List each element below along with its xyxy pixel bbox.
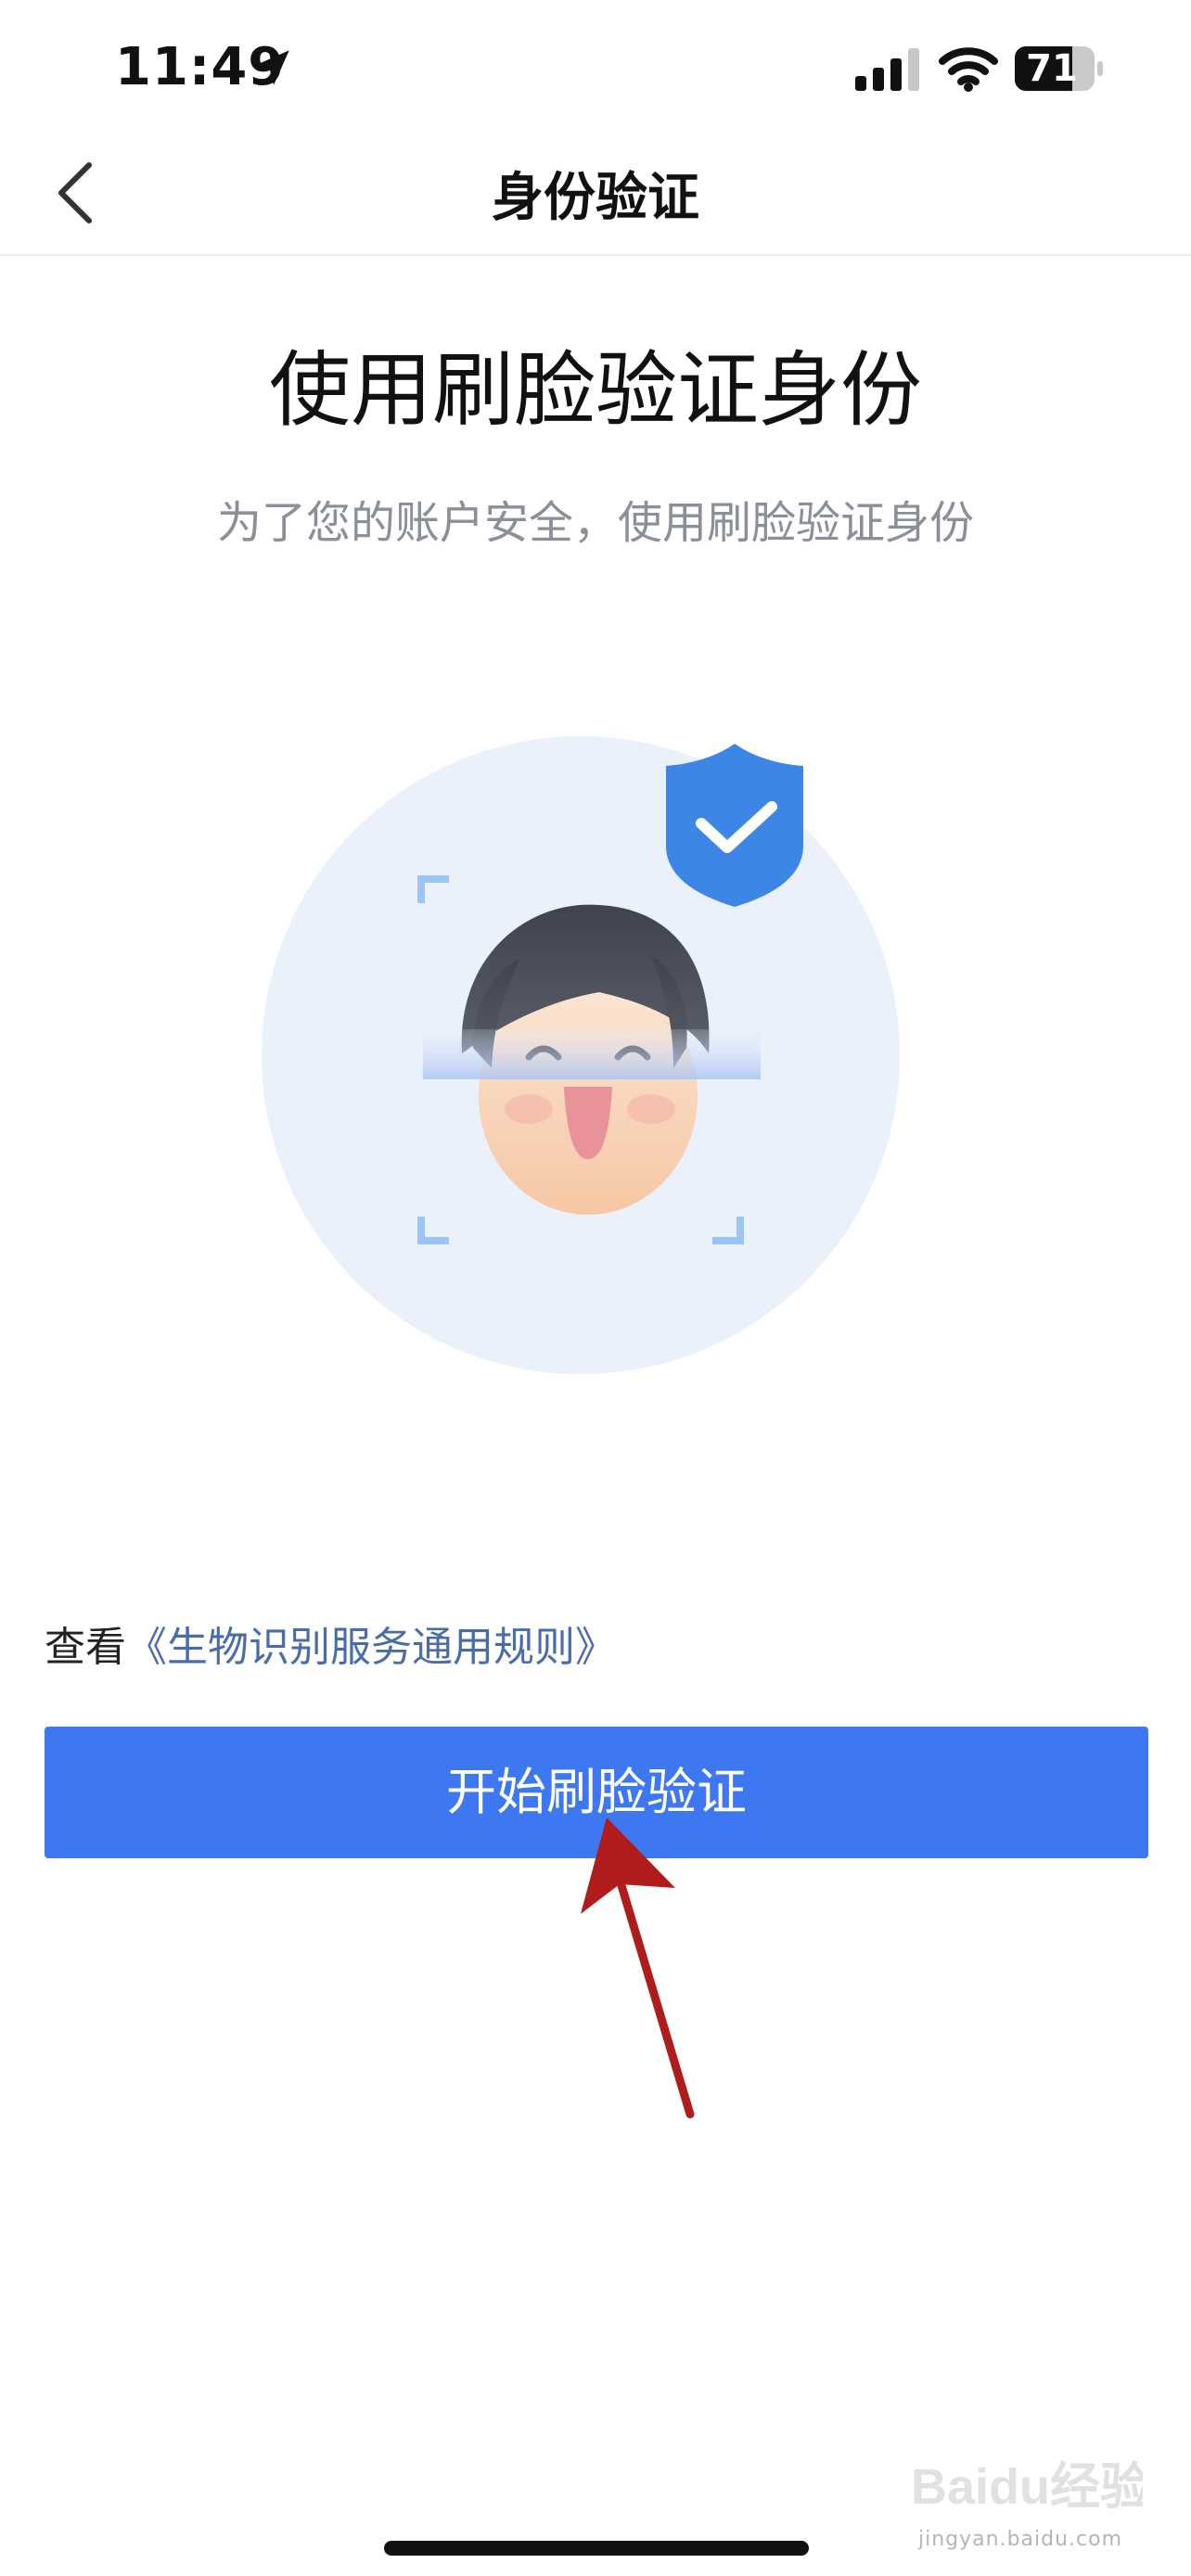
- shield-check-icon: [666, 744, 803, 907]
- baidu-watermark-logo: Baidu经验: [911, 2459, 1143, 2515]
- subtitle: 为了您的账户安全，使用刷脸验证身份: [216, 497, 974, 549]
- location-arrow-icon: [254, 50, 289, 85]
- battery-level: 71: [1026, 47, 1078, 90]
- cellular-signal-icon: [855, 48, 919, 91]
- face-verification-illustration: [262, 736, 900, 1374]
- wifi-icon: [939, 47, 998, 92]
- rules-prefix: 查看: [45, 1624, 126, 1671]
- nav-divider: [0, 254, 1191, 256]
- watermark-url: jingyan.baidu.com: [918, 2528, 1123, 2551]
- home-indicator: [384, 2541, 809, 2556]
- watermark-logo-text: Baidu经验: [911, 2459, 1143, 2515]
- biometric-rules-link[interactable]: 《生物识别服务通用规则》: [126, 1624, 616, 1671]
- annotation-arrow-icon: [581, 1817, 695, 2119]
- rules-line: 查看《生物识别服务通用规则》: [45, 1613, 616, 1673]
- page-title: 身份验证: [492, 168, 699, 228]
- main-heading: 使用刷脸验证身份: [268, 342, 922, 438]
- scan-band: [423, 1029, 761, 1079]
